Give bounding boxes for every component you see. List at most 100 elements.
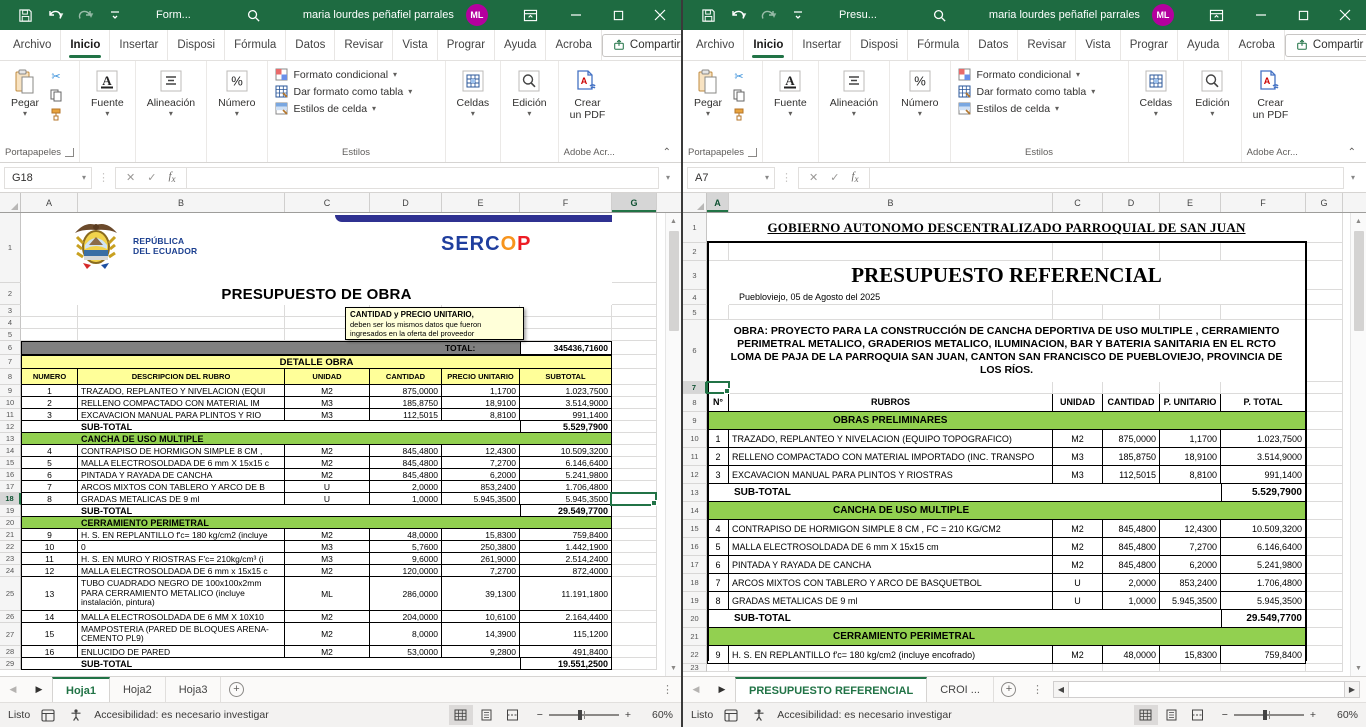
vertical-scrollbar-right[interactable]: ▲ ▼ [1350, 213, 1366, 676]
zoom-out-icon[interactable]: − [1222, 709, 1228, 721]
cell-unit[interactable]: M2 [285, 445, 370, 457]
cell-quantity[interactable]: 204,0000 [370, 611, 442, 623]
row-header-15[interactable]: 15 [0, 457, 21, 469]
ribbon-tab-inicio[interactable]: Inicio [61, 30, 110, 60]
row-header-3[interactable]: 3 [683, 261, 707, 290]
cell-unit[interactable]: M3 [285, 541, 370, 553]
cell-unit[interactable]: M2 [285, 611, 370, 623]
cell-unit[interactable]: M2 [1053, 556, 1103, 574]
table-header-4[interactable]: PRECIO UNITARIO [442, 369, 520, 385]
cell-description[interactable]: ENLUCIDO DE PARED [78, 646, 285, 658]
ribbon-tab-acroba[interactable]: Acroba [546, 30, 601, 60]
column-header-E[interactable]: E [1160, 193, 1221, 212]
row-header-25[interactable]: 25 [0, 577, 21, 611]
redo-icon[interactable]: ▾ [753, 0, 783, 30]
row-header-14[interactable]: 14 [683, 502, 707, 520]
cell-unit[interactable]: M3 [285, 397, 370, 409]
minimize-button[interactable] [1240, 0, 1282, 30]
cell-unit-price[interactable]: 5.945,3500 [1160, 592, 1221, 610]
quick-access-menu-icon[interactable] [783, 0, 813, 30]
section-row[interactable]: CERRAMIENTO PERIMETRAL [707, 628, 1306, 646]
date-cell[interactable]: Puebloviejo, 05 de Agosto del 2025 [729, 290, 1053, 305]
cell-number[interactable]: 14 [21, 611, 78, 623]
cell-unit[interactable]: M3 [285, 409, 370, 421]
quick-access-menu-icon[interactable] [100, 0, 130, 30]
row-header-21[interactable]: 21 [0, 529, 21, 541]
select-all-corner[interactable] [683, 193, 707, 212]
collapse-ribbon-icon[interactable]: ⌃ [657, 147, 681, 162]
cell-quantity[interactable]: 1,0000 [370, 493, 442, 505]
section-row[interactable]: CANCHA DE USO MULTIPLE [21, 433, 612, 445]
column-header-E[interactable]: E [442, 193, 520, 212]
row-header-22[interactable]: 22 [0, 541, 21, 553]
row-header-4[interactable]: 4 [683, 290, 707, 305]
sheet-tab-presupuesto-referencial[interactable]: PRESUPUESTO REFERENCIAL [735, 677, 927, 702]
cell-quantity[interactable]: 286,0000 [370, 577, 442, 611]
row-header-12[interactable]: 12 [683, 466, 707, 484]
cell-number[interactable]: 8 [21, 493, 78, 505]
cell-unit[interactable]: M2 [285, 529, 370, 541]
formula-input[interactable] [870, 167, 1344, 189]
scroll-right-icon[interactable]: ▶ [1344, 681, 1360, 698]
cell-unit[interactable]: M2 [1053, 430, 1103, 448]
undo-icon[interactable]: ▾ [723, 0, 753, 30]
row-header-8[interactable]: 8 [0, 369, 21, 385]
table-header-1[interactable]: DESCRIPCION DEL RUBRO [78, 369, 285, 385]
column-header-D[interactable]: D [1103, 193, 1160, 212]
cell-subtotal[interactable]: 1.706,4800 [520, 481, 612, 493]
column-header-F[interactable]: F [520, 193, 612, 212]
tab-scroll-left-icon[interactable]: ◀ [0, 677, 26, 702]
scroll-left-icon[interactable]: ◀ [1053, 681, 1069, 698]
row-header-5[interactable]: 5 [683, 305, 707, 320]
cell-number[interactable]: 1 [21, 385, 78, 397]
cell-quantity[interactable]: 845,4800 [370, 457, 442, 469]
view-page-break-icon[interactable] [1186, 705, 1210, 725]
row-header-10[interactable]: 10 [683, 430, 707, 448]
cell-description[interactable]: H. S. EN REPLANTILLO f'c= 180 kg/cm2 (in… [78, 529, 285, 541]
table-header-2[interactable]: UNIDAD [1053, 394, 1103, 412]
cell-number[interactable]: 10 [21, 541, 78, 553]
table-header-0[interactable]: NUMERO [21, 369, 78, 385]
column-header-D[interactable]: D [370, 193, 442, 212]
select-all-corner[interactable] [0, 193, 21, 212]
cell-unit-price[interactable]: 12,4300 [442, 445, 520, 457]
cell-unit[interactable]: M2 [285, 469, 370, 481]
cell-unit-price[interactable]: 18,9100 [1160, 448, 1221, 466]
cell-number[interactable]: 7 [707, 574, 729, 592]
create-pdf-button[interactable]: A Crearun PDF [1247, 64, 1295, 124]
close-button[interactable] [1324, 0, 1366, 30]
cell-subtotal[interactable]: 115,1200 [520, 623, 612, 646]
cell-subtotal[interactable]: 10.509,3200 [1221, 520, 1306, 538]
search-icon[interactable] [239, 0, 269, 30]
ribbon-tab-inicio[interactable]: Inicio [744, 30, 793, 60]
ribbon-tab-revisar[interactable]: Revisar [1018, 30, 1076, 60]
cell-number[interactable]: 4 [707, 520, 729, 538]
status-accessibility[interactable]: Accesibilidad: es necesario investigar [94, 709, 269, 721]
row-header-20[interactable]: 20 [683, 610, 707, 628]
accessibility-icon[interactable] [66, 705, 86, 725]
name-box-dropdown-icon[interactable]: ▾ [765, 173, 774, 182]
cell-quantity[interactable]: 8,0000 [370, 623, 442, 646]
zoom-level[interactable]: 60% [1328, 709, 1358, 721]
cell-description[interactable]: ARCOS MIXTOS CON TABLERO Y ARCO DE BASQU… [729, 574, 1053, 592]
row-header-23[interactable]: 23 [0, 553, 21, 565]
number-button[interactable]: % Número▾ [212, 64, 261, 121]
ribbon-tab-prograr[interactable]: Prograr [1121, 30, 1178, 60]
cell-unit[interactable]: M3 [1053, 448, 1103, 466]
share-button[interactable]: Compartir [602, 34, 683, 57]
cell-unit-price[interactable]: 1,1700 [442, 385, 520, 397]
cell-number[interactable]: 3 [707, 466, 729, 484]
cell-quantity[interactable]: 845,4800 [370, 469, 442, 481]
sheet-tab-hoja2[interactable]: Hoja2 [110, 677, 166, 702]
tab-scroll-right-icon[interactable]: ▶ [26, 677, 52, 702]
cell-quantity[interactable]: 185,8750 [1103, 448, 1160, 466]
maximize-button[interactable] [597, 0, 639, 30]
cell-number[interactable]: 4 [21, 445, 78, 457]
obra-description[interactable]: OBRA: PROYECTO PARA LA CONSTRUCCIÓN DE C… [707, 320, 1306, 382]
status-accessibility[interactable]: Accesibilidad: es necesario investigar [777, 709, 952, 721]
zoom-slider[interactable] [1234, 714, 1304, 716]
row-header-1[interactable]: 1 [0, 213, 21, 283]
cell-unit-price[interactable]: 5.945,3500 [442, 493, 520, 505]
section-row[interactable]: CANCHA DE USO MULTIPLE [707, 502, 1306, 520]
cell-quantity[interactable]: 5,7600 [370, 541, 442, 553]
